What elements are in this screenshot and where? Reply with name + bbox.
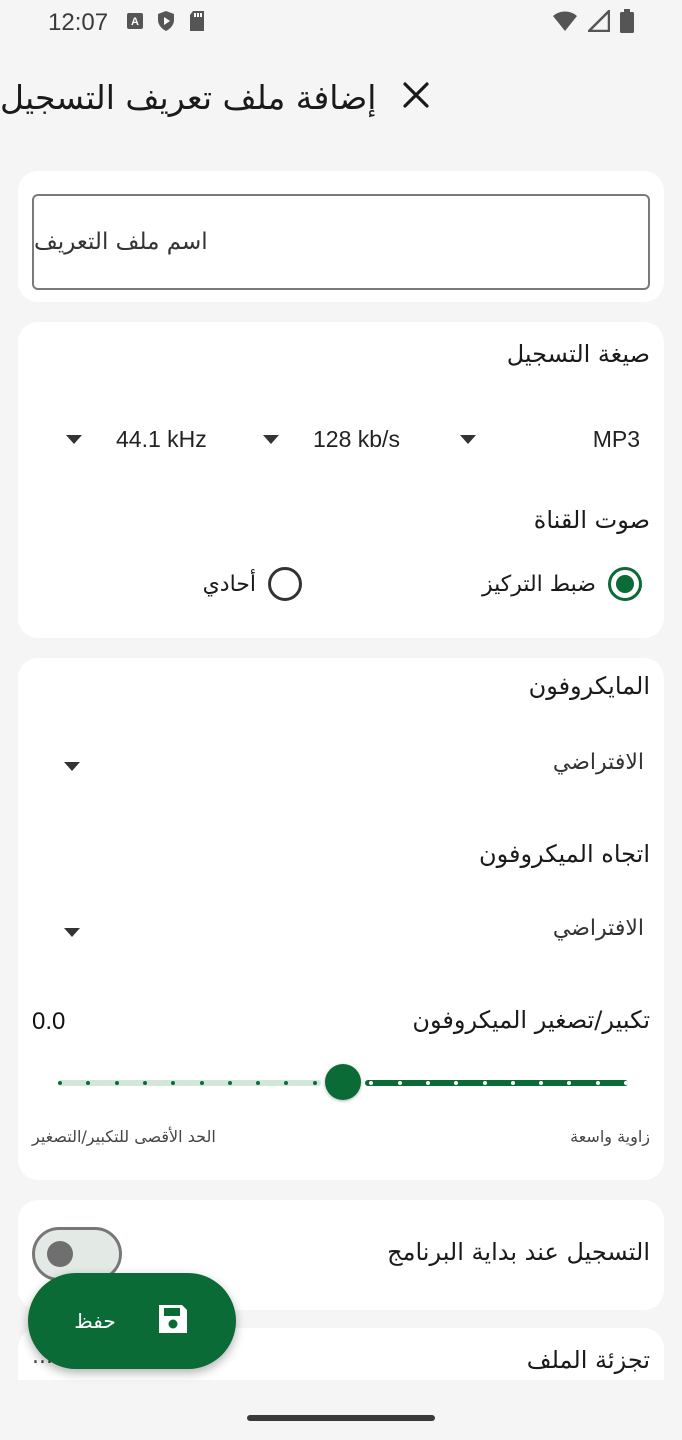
slider-tick	[624, 1081, 628, 1085]
microphone-card: المايكروفون الافتراضي اتجاه الميكروفون ا…	[18, 658, 664, 1180]
slider-tick	[511, 1081, 515, 1085]
a-notification-icon: A	[126, 12, 144, 34]
signal-icon	[585, 7, 611, 36]
channel-option-label: ضبط التركيز	[481, 571, 596, 597]
channel-option-stereo[interactable]: ضبط التركيز	[482, 562, 642, 606]
slider-tick	[596, 1081, 600, 1085]
slider-tick	[539, 1081, 543, 1085]
file-split-label: تجزئة الملف	[526, 1346, 650, 1374]
encoder-dropdown[interactable]: MP3	[460, 414, 640, 464]
slider-tick	[256, 1081, 260, 1085]
bottom-area	[0, 1380, 682, 1440]
mic-zoom-label: تكبير/تصغير الميكروفون	[412, 1006, 650, 1034]
chevron-down-icon	[263, 434, 279, 444]
save-icon	[156, 1302, 190, 1340]
microphone-value: الافتراضي	[552, 750, 644, 775]
wifi-icon	[552, 10, 578, 36]
slider-tick	[115, 1081, 119, 1085]
sample-rate-value: 44.1 kHz	[116, 425, 207, 452]
channel-radio-group: ضبط التركيز أحادي	[18, 562, 664, 606]
slider-tick	[284, 1081, 288, 1085]
mic-direction-dropdown[interactable]: الافتراضي	[18, 906, 664, 956]
slider-tick	[143, 1081, 147, 1085]
microphone-dropdown[interactable]: الافتراضي	[18, 740, 664, 790]
slider-tick	[454, 1081, 458, 1085]
slider-tick	[86, 1081, 90, 1085]
slider-tick	[171, 1081, 175, 1085]
chevron-down-icon	[64, 762, 80, 771]
slider-caption-wide: زاوية واسعة	[570, 1127, 650, 1146]
slider-thumb[interactable]	[325, 1064, 361, 1100]
battery-icon	[620, 9, 634, 37]
slider-tick	[313, 1081, 317, 1085]
encoder-value: MP3	[592, 425, 640, 452]
svg-text:A: A	[131, 16, 139, 28]
record-on-start-label: التسجيل عند بداية البرنامج	[387, 1238, 650, 1266]
bitrate-value: 128 kb/s	[313, 425, 400, 452]
slider-tick	[398, 1081, 402, 1085]
format-label: صيغة التسجيل	[506, 340, 650, 368]
radio-selected-icon	[608, 567, 642, 601]
slider-track-active	[365, 1080, 628, 1086]
microphone-label: المايكروفون	[528, 672, 650, 700]
chevron-down-icon	[66, 434, 82, 444]
mic-direction-value: الافتراضي	[552, 916, 644, 941]
slider-tick	[369, 1081, 373, 1085]
sd-card-icon	[188, 10, 206, 36]
slider-caption-max-zoom: الحد الأقصى للتكبير/التصغير	[32, 1127, 216, 1146]
slider-track-inactive	[58, 1080, 321, 1086]
slider-tick	[200, 1081, 204, 1085]
profile-name-placeholder: اسم ملف التعريف	[34, 229, 208, 255]
channel-option-label: أحادي	[202, 571, 256, 597]
page-title: إضافة ملف تعريف التسجيل	[0, 77, 377, 117]
close-icon	[401, 80, 431, 114]
status-bar: 12:07 A	[0, 0, 682, 46]
home-indicator[interactable]	[247, 1415, 435, 1421]
channel-label: صوت القناة	[533, 506, 650, 534]
sample-rate-dropdown[interactable]: 44.1 kHz	[66, 414, 207, 464]
slider-tick	[567, 1081, 571, 1085]
recording-format-card: صيغة التسجيل 44.1 kHz 128 kb/s MP3 صوت ا…	[18, 322, 664, 638]
status-time: 12:07	[48, 9, 109, 36]
bitrate-dropdown[interactable]: 128 kb/s	[263, 414, 400, 464]
channel-option-mono[interactable]: أحادي	[203, 562, 302, 606]
mic-direction-label: اتجاه الميكروفون	[478, 840, 650, 868]
toggle-knob	[47, 1241, 73, 1267]
slider-tick	[58, 1081, 62, 1085]
format-dropdowns: 44.1 kHz 128 kb/s MP3	[18, 414, 664, 464]
save-fab-button[interactable]: حفظ	[28, 1273, 236, 1369]
slider-tick	[426, 1081, 430, 1085]
profile-name-input[interactable]: اسم ملف التعريف	[32, 194, 650, 290]
mic-zoom-value: 0.0	[32, 1008, 66, 1035]
slider-tick	[228, 1081, 232, 1085]
chevron-down-icon	[460, 434, 476, 444]
profile-name-card: اسم ملف التعريف	[18, 171, 664, 302]
app-header: إضافة ملف تعريف التسجيل	[0, 62, 682, 132]
close-button[interactable]	[386, 67, 446, 127]
chevron-down-icon	[64, 928, 80, 937]
save-label: حفظ	[74, 1309, 116, 1333]
radio-unselected-icon	[268, 567, 302, 601]
mic-zoom-slider[interactable]	[58, 1062, 628, 1102]
shield-play-icon	[156, 10, 176, 36]
slider-tick	[483, 1081, 487, 1085]
